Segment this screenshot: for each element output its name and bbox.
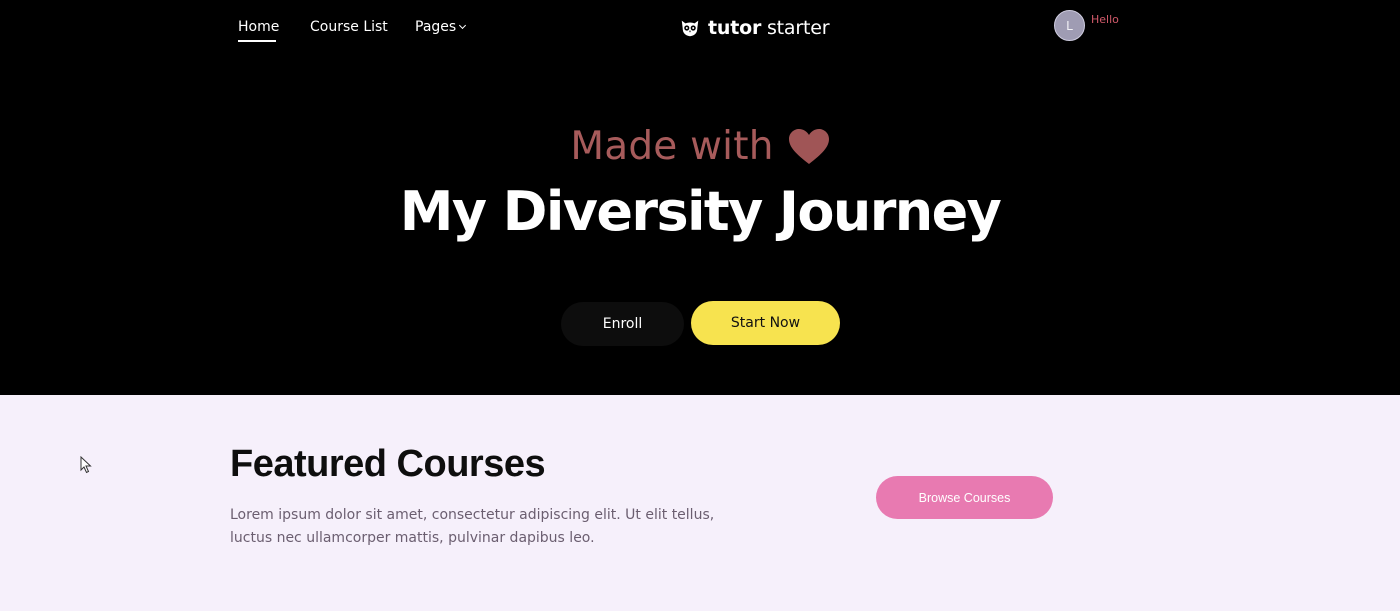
browse-courses-button[interactable]: Browse Courses: [876, 476, 1053, 519]
start-now-button[interactable]: Start Now: [691, 301, 840, 345]
brand-name-bold: tutor: [708, 17, 762, 39]
user-avatar[interactable]: L: [1054, 10, 1085, 41]
featured-courses-title: Featured Courses: [230, 443, 546, 485]
owl-logo-icon: [681, 20, 699, 37]
brand-logo[interactable]: tutor starter: [679, 17, 830, 39]
nav-home-link[interactable]: Home: [238, 19, 279, 35]
nav-pages-label: Pages: [415, 19, 457, 35]
nav-course-list-link[interactable]: Course List: [310, 19, 388, 35]
avatar-initial: L: [1066, 18, 1073, 33]
enroll-button[interactable]: Enroll: [561, 302, 684, 346]
mouse-pointer-icon: [80, 456, 92, 474]
nav-active-underline: [238, 40, 276, 42]
nav-pages-menu[interactable]: Pages: [415, 19, 467, 35]
hero-title: My Diversity Journey: [399, 180, 1002, 243]
featured-courses-description: Lorem ipsum dolor sit amet, consectetur …: [230, 507, 715, 546]
brand-name-light: starter: [766, 17, 830, 39]
hero-section: Home Course List Pages tutor starter L H…: [0, 0, 1400, 395]
top-navigation: Home Course List Pages tutor starter L H…: [0, 0, 1400, 60]
made-with-text: Made with: [570, 124, 774, 169]
made-with-tagline: Made with: [0, 124, 1400, 169]
heart-icon: [788, 128, 829, 164]
brand-name: tutor starter: [708, 17, 830, 39]
chevron-down-icon: [459, 21, 467, 30]
user-greeting: Hello: [1091, 13, 1119, 26]
